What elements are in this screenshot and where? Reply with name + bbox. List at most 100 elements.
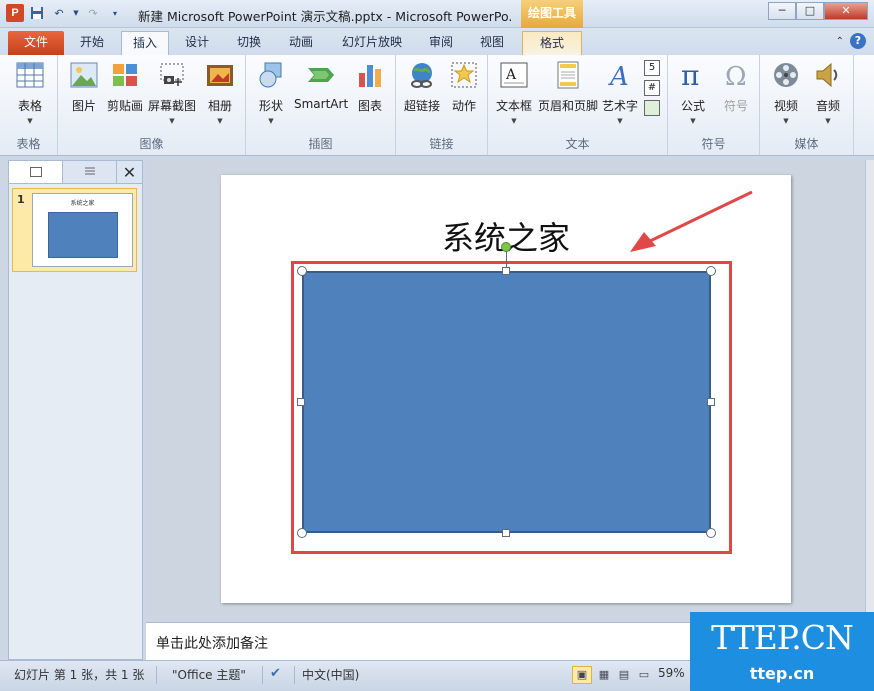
resize-handle-top-left[interactable] (297, 266, 307, 276)
table-button[interactable]: 表格 ▼ (10, 59, 50, 125)
smartart-icon (306, 59, 336, 91)
maximize-button[interactable]: □ (796, 2, 824, 20)
resize-handle-left[interactable] (297, 398, 305, 406)
tab-design[interactable]: 设计 (173, 31, 221, 55)
watermark-text-large: TTEP.CN (711, 618, 854, 657)
chart-button[interactable]: 图表 (350, 59, 390, 114)
powerpoint-app-icon[interactable]: P (6, 4, 24, 22)
wordart-button[interactable]: A 艺术字 ▼ (600, 59, 640, 125)
window-title: 新建 Microsoft PowerPoint 演示文稿.pptx - Micr… (138, 9, 513, 24)
resize-handle-bottom[interactable] (502, 529, 510, 537)
slide-thumbnail[interactable]: 系统之家 (32, 193, 133, 267)
resize-handle-bottom-left[interactable] (297, 528, 307, 538)
chevron-down-icon: ▼ (690, 117, 696, 125)
album-button[interactable]: 相册 ▼ (200, 59, 240, 125)
hyperlink-button[interactable]: 超链接 (400, 59, 444, 114)
globe-link-icon (407, 59, 437, 91)
tab-home[interactable]: 开始 (68, 31, 116, 55)
language-status[interactable]: 中文(中国) (302, 666, 359, 683)
picture-button[interactable]: 图片 (64, 59, 104, 114)
save-icon[interactable] (28, 4, 46, 22)
chevron-down-icon: ▼ (825, 117, 831, 125)
tab-animations[interactable]: 动画 (277, 31, 325, 55)
rotation-handle[interactable] (501, 242, 511, 252)
tab-insert[interactable]: 插入 (121, 31, 169, 55)
zoom-level[interactable]: 59% (658, 666, 685, 680)
customize-toolbar-icon[interactable]: ▾ (106, 4, 124, 22)
vertical-scrollbar[interactable] (865, 160, 874, 620)
slide-view-icon (29, 167, 42, 177)
symbol-button[interactable]: Ω 符号 (716, 59, 756, 114)
ribbon-group-links: 超链接 动作 链接 (396, 55, 488, 155)
annotation-arrow (630, 190, 753, 252)
tab-format[interactable]: 格式 (522, 31, 582, 55)
resize-handle-top-right[interactable] (706, 266, 716, 276)
chevron-down-icon: ▼ (169, 117, 175, 125)
normal-view-icon[interactable]: ▣ (572, 666, 592, 684)
drawing-tools-context-label: 绘图工具 (521, 0, 583, 28)
tab-view[interactable]: 视图 (468, 31, 516, 55)
close-pane-icon[interactable]: ✕ (117, 161, 142, 183)
ribbon-group-illustration: 形状 ▼ SmartArt 图表 插图 (246, 55, 396, 155)
slides-tab[interactable] (9, 161, 63, 183)
slideshow-view-icon[interactable]: ▭ (634, 666, 654, 684)
thumbnail-title: 系统之家 (70, 200, 95, 207)
slide-count-status: 幻灯片 第 1 张，共 1 张 (14, 668, 145, 682)
action-button[interactable]: 动作 (444, 59, 484, 114)
shapes-button[interactable]: 形状 ▼ (250, 59, 292, 125)
video-button[interactable]: 视频 ▼ (766, 59, 806, 125)
resize-handle-right[interactable] (707, 398, 715, 406)
redo-icon[interactable]: ↷ (84, 4, 102, 22)
textbox-button[interactable]: A 文本框 ▼ (492, 59, 536, 125)
ribbon-group-symbols: π 公式 ▼ Ω 符号 符号 (668, 55, 760, 155)
chevron-down-icon: ▼ (217, 117, 223, 125)
action-star-icon (449, 59, 479, 91)
reading-view-icon[interactable]: ▤ (614, 666, 634, 684)
wordart-icon: A (605, 59, 635, 91)
shapes-icon (256, 59, 286, 91)
undo-icon[interactable]: ↶ (50, 4, 68, 22)
tab-file[interactable]: 文件 (8, 31, 64, 55)
picture-icon (69, 59, 99, 91)
chevron-down-icon: ▼ (511, 117, 517, 125)
table-icon (15, 59, 45, 91)
ribbon-group-image: 图片 剪贴画 屏幕截图 ▼ 相册 ▼ 图像 (58, 55, 246, 155)
equation-button[interactable]: π 公式 ▼ (672, 59, 714, 125)
help-icon[interactable]: ? (850, 33, 866, 49)
audio-button[interactable]: 音频 ▼ (808, 59, 848, 125)
slide-sorter-view-icon[interactable]: ▦ (594, 666, 614, 684)
date-time-icon[interactable]: 5 (644, 60, 660, 76)
screenshot-button[interactable]: 屏幕截图 ▼ (146, 59, 198, 125)
clipart-button[interactable]: 剪贴画 (105, 59, 145, 114)
tab-review[interactable]: 审阅 (417, 31, 465, 55)
tab-transitions[interactable]: 切换 (225, 31, 273, 55)
quick-access-toolbar: P ↶ ▼ ↷ ▾ (6, 4, 124, 22)
spell-check-icon[interactable]: ✔ (270, 666, 281, 681)
tab-slideshow[interactable]: 幻灯片放映 (333, 31, 411, 55)
header-footer-button[interactable]: 页眉和页脚 (536, 59, 600, 114)
photo-album-icon (205, 59, 235, 91)
outline-view-icon (84, 167, 95, 175)
minimize-button[interactable]: ─ (768, 2, 796, 20)
slide-thumbnail-selected[interactable]: 1 系统之家 (12, 188, 137, 272)
ribbon-group-table: 表格 ▼ 表格 (0, 55, 58, 155)
thumbnail-rectangle (48, 212, 118, 258)
undo-dropdown-icon[interactable]: ▼ (72, 4, 80, 22)
window-controls: ─ □ ✕ (768, 2, 868, 20)
chevron-down-icon: ▼ (783, 117, 789, 125)
theme-status[interactable]: "Office 主题" (172, 666, 246, 683)
close-button[interactable]: ✕ (824, 2, 868, 20)
resize-handle-bottom-right[interactable] (706, 528, 716, 538)
svg-text:A: A (608, 62, 629, 89)
slide-number-icon[interactable]: # (644, 80, 660, 96)
outline-tab[interactable] (63, 161, 117, 183)
collapse-ribbon-icon[interactable]: ⌃ (836, 36, 844, 47)
omega-icon: Ω (721, 59, 751, 91)
selected-rectangle-shape[interactable] (302, 271, 711, 533)
resize-handle-top[interactable] (502, 267, 510, 275)
svg-text:π: π (681, 61, 699, 89)
chevron-down-icon: ▼ (268, 117, 274, 125)
smartart-button[interactable]: SmartArt (294, 59, 348, 111)
object-icon[interactable] (644, 100, 660, 116)
screenshot-icon (157, 59, 187, 91)
